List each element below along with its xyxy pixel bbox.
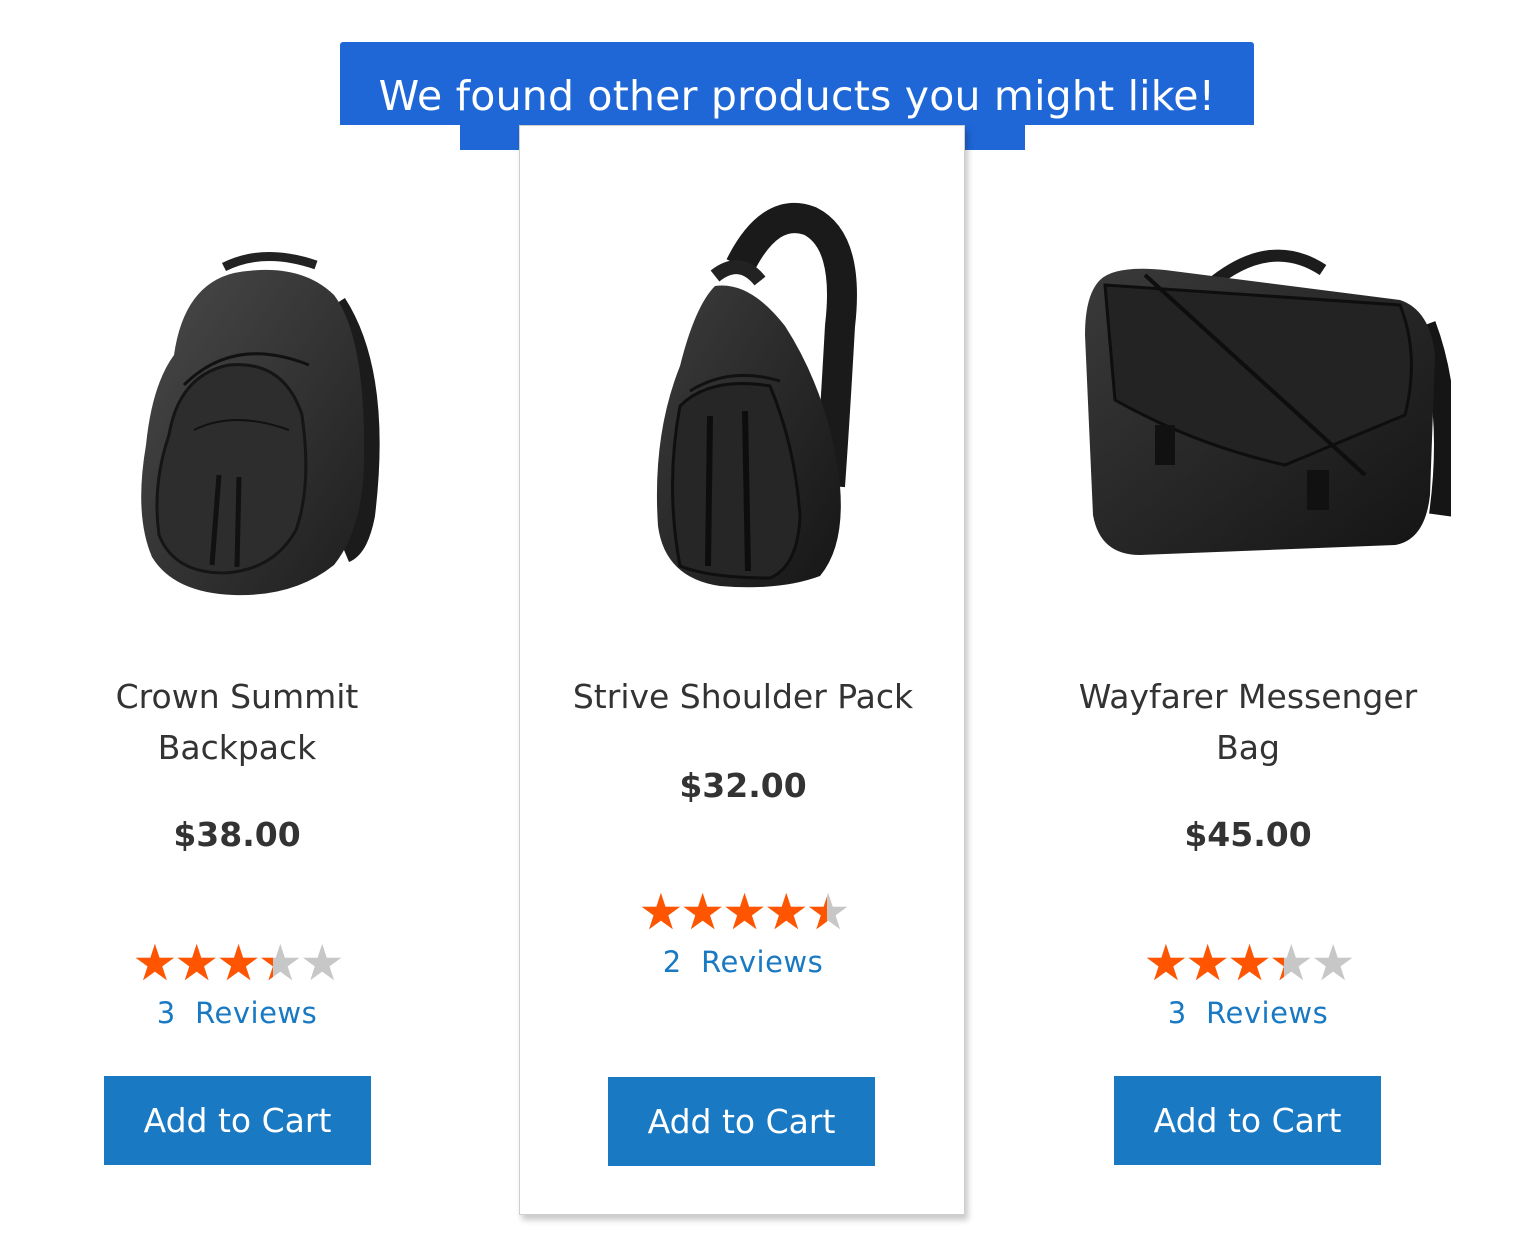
- product-name[interactable]: Strive Shoulder Pack: [550, 671, 936, 722]
- product-rating: ★★★★★ ★★★★★ 3 Reviews: [14, 937, 460, 1031]
- rating-stars: ★★★★★ ★★★★★: [638, 886, 850, 938]
- shoulder-pack-image: [656, 203, 857, 588]
- reviews-link[interactable]: 3 Reviews: [1025, 995, 1471, 1031]
- product-price: $38.00: [173, 815, 301, 854]
- review-count: 3: [156, 996, 176, 1030]
- review-count: 3: [1167, 996, 1187, 1030]
- reviews-link[interactable]: 3 Reviews: [14, 995, 460, 1031]
- add-to-cart-button[interactable]: Add to Cart: [1114, 1076, 1381, 1165]
- product-card-crown-summit-backpack: Crown Summit Backpack $38.00 ★★★★★ ★★★★★…: [14, 125, 460, 1215]
- review-count: 2: [662, 945, 682, 979]
- reviews-label: Reviews: [1206, 996, 1329, 1030]
- product-rating: ★★★★★ ★★★★★ 3 Reviews: [1025, 937, 1471, 1031]
- add-to-cart-button[interactable]: Add to Cart: [104, 1076, 371, 1165]
- star-filled-icons: ★★★★★: [638, 886, 826, 938]
- product-image-backpack[interactable]: [34, 185, 440, 615]
- star-filled-icons: ★★★★★: [1143, 937, 1283, 989]
- product-rating: ★★★★★ ★★★★★ 2 Reviews: [520, 886, 966, 980]
- reviews-label: Reviews: [195, 996, 318, 1030]
- product-image-messenger-bag[interactable]: [1045, 185, 1451, 615]
- product-card-strive-shoulder-pack: Strive Shoulder Pack $32.00 ★★★★★ ★★★★★ …: [519, 125, 965, 1215]
- add-to-cart-button[interactable]: Add to Cart: [608, 1077, 875, 1166]
- rating-stars: ★★★★★ ★★★★★: [132, 937, 344, 989]
- messenger-bag-image: [1085, 249, 1451, 555]
- rating-stars: ★★★★★ ★★★★★: [1143, 937, 1355, 989]
- product-name[interactable]: Wayfarer Messenger Bag: [1055, 671, 1441, 773]
- product-card-wayfarer-messenger-bag: Wayfarer Messenger Bag $45.00 ★★★★★ ★★★★…: [1025, 125, 1471, 1215]
- reviews-link[interactable]: 2 Reviews: [520, 944, 966, 980]
- product-price: $45.00: [1184, 815, 1312, 854]
- product-name[interactable]: Crown Summit Backpack: [44, 671, 430, 773]
- product-price: $32.00: [679, 766, 807, 805]
- star-filled-icons: ★★★★★: [132, 937, 272, 989]
- product-image-shoulder-pack[interactable]: [540, 186, 946, 616]
- reviews-label: Reviews: [701, 945, 824, 979]
- backpack-image: [141, 252, 380, 596]
